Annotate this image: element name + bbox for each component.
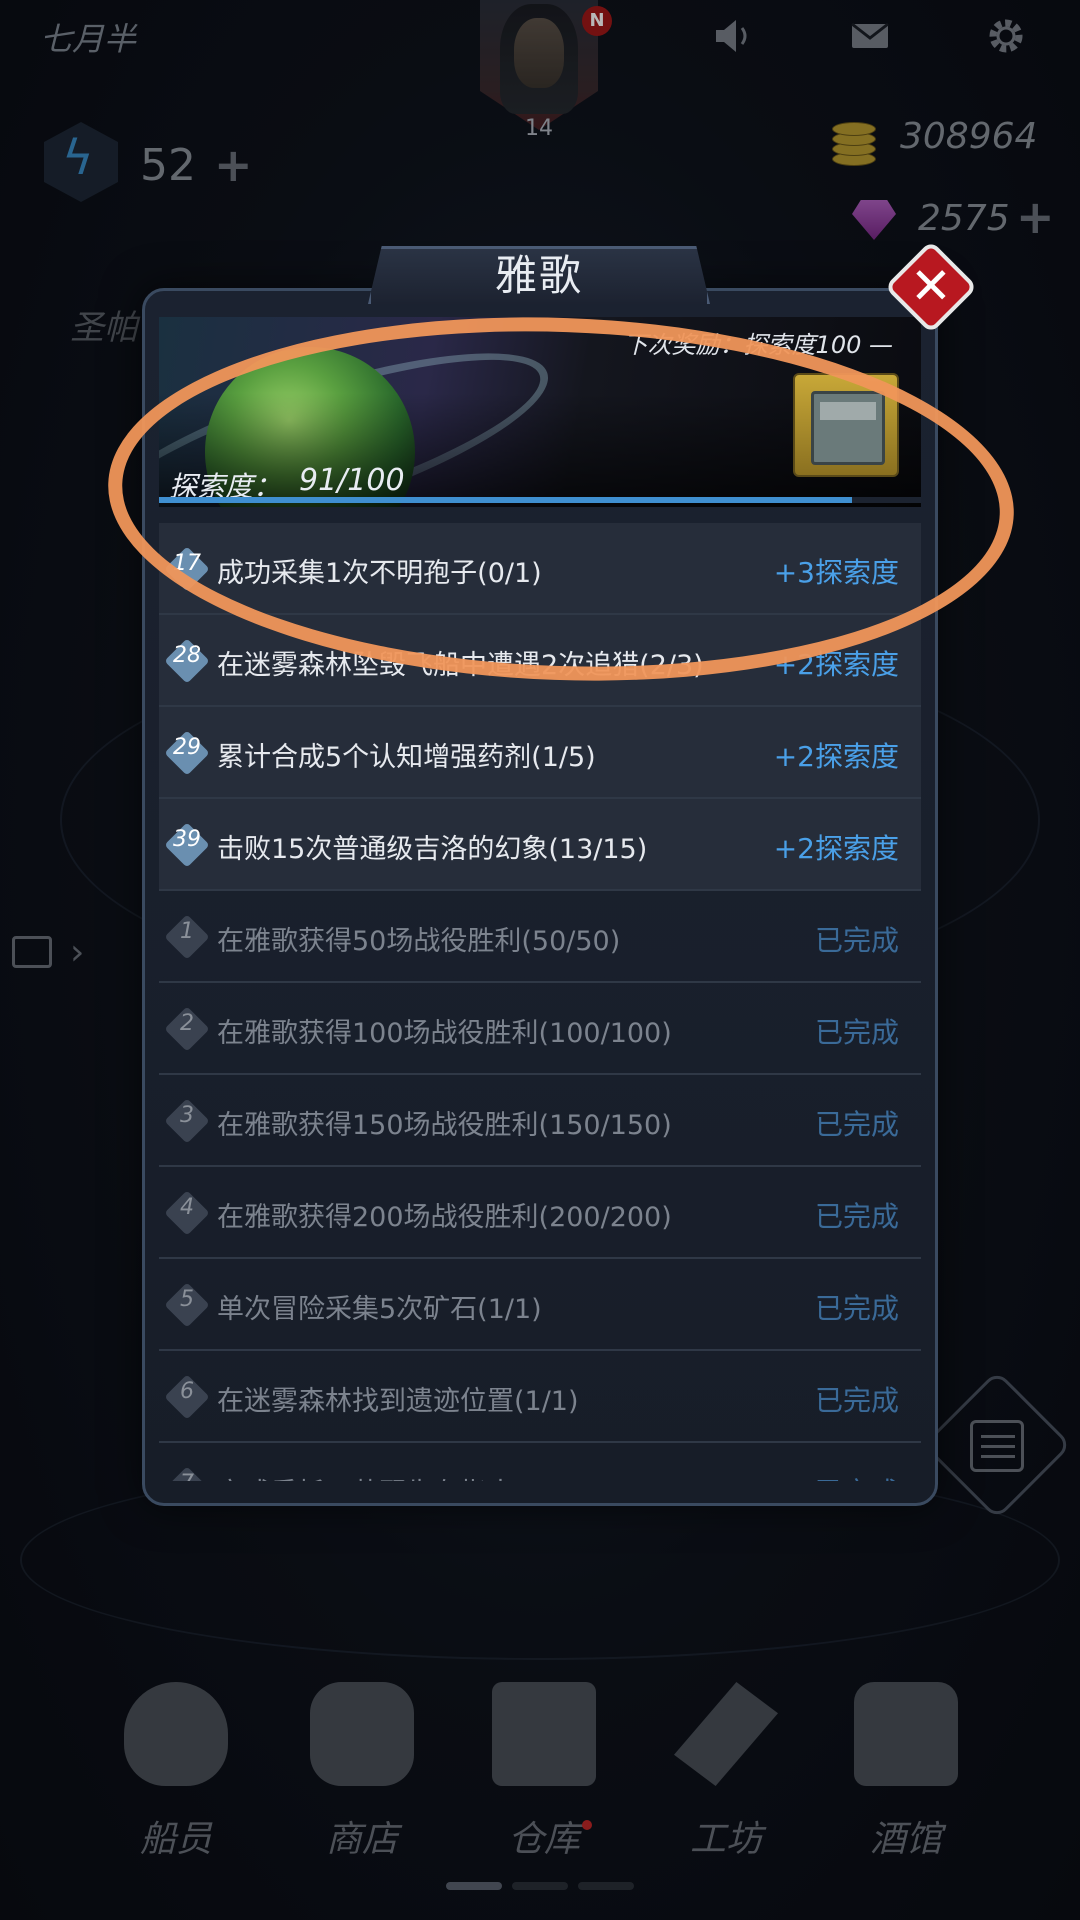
task-number: 3 [180, 1103, 194, 1128]
task-description: 在雅歌获得100场战役胜利(100/100) [217, 1018, 672, 1049]
task-number: 6 [180, 1379, 194, 1404]
task-reward: 已完成 [814, 1384, 899, 1417]
task-reward: +2探索度 [773, 740, 899, 773]
task-reward: 已完成 [814, 1200, 899, 1233]
task-reward: +2探索度 [773, 832, 899, 865]
task-description: 在雅歌获得150场战役胜利(150/150) [217, 1110, 672, 1141]
task-number: 5 [180, 1287, 194, 1312]
task-reward: 已完成 [815, 1471, 899, 1481]
task-description: 击败15次普通级吉洛的幻象(13/15) [217, 834, 648, 865]
task-row[interactable]: 39 击败15次普通级吉洛的幻象(13/15) +2探索度 [159, 799, 921, 891]
task-description: 单次冒险采集5次矿石(1/1) [217, 1294, 542, 1325]
task-reward: 已完成 [814, 1108, 899, 1141]
task-row[interactable]: 1 在雅歌获得50场战役胜利(50/50) 已完成 [159, 891, 921, 983]
task-row[interactable]: 5 单次冒险采集5次矿石(1/1) 已完成 [159, 1259, 921, 1351]
task-row[interactable]: 6 在迷雾森林找到遗迹位置(1/1) 已完成 [159, 1351, 921, 1443]
task-reward: 已完成 [814, 1016, 899, 1049]
task-number: 28 [173, 643, 201, 668]
task-number: 4 [180, 1195, 194, 1220]
task-reward: 已完成 [814, 924, 899, 957]
task-description: 在雅歌获得50场战役胜利(50/50) [217, 926, 621, 957]
task-number: 29 [173, 735, 201, 760]
task-description: 累计合成5个认知增强药剂(1/5) [217, 742, 596, 773]
task-row[interactable]: 29 累计合成5个认知增强药剂(1/5) +2探索度 [159, 707, 921, 799]
task-description: 完成委托：荒野生存指南(1/1) [217, 1471, 579, 1481]
task-number: 39 [173, 827, 201, 852]
task-row[interactable]: 2 在雅歌获得100场战役胜利(100/100) 已完成 [159, 983, 921, 1075]
task-description: 在雅歌获得200场战役胜利(200/200) [217, 1202, 672, 1233]
task-number: 7 [163, 1471, 211, 1481]
task-number: 2 [180, 1011, 194, 1036]
task-number: 1 [180, 919, 194, 944]
dialog-title: 雅歌 [494, 251, 583, 300]
task-row[interactable]: 3 在雅歌获得150场战役胜利(150/150) 已完成 [159, 1075, 921, 1167]
task-description: 在迷雾森林找到遗迹位置(1/1) [217, 1386, 579, 1417]
task-row[interactable]: 7 完成委托：荒野生存指南(1/1) 已完成 [159, 1443, 921, 1481]
close-icon[interactable]: ✕ [898, 254, 964, 320]
task-reward: 已完成 [814, 1292, 899, 1325]
task-row[interactable]: 4 在雅歌获得200场战役胜利(200/200) 已完成 [159, 1167, 921, 1259]
